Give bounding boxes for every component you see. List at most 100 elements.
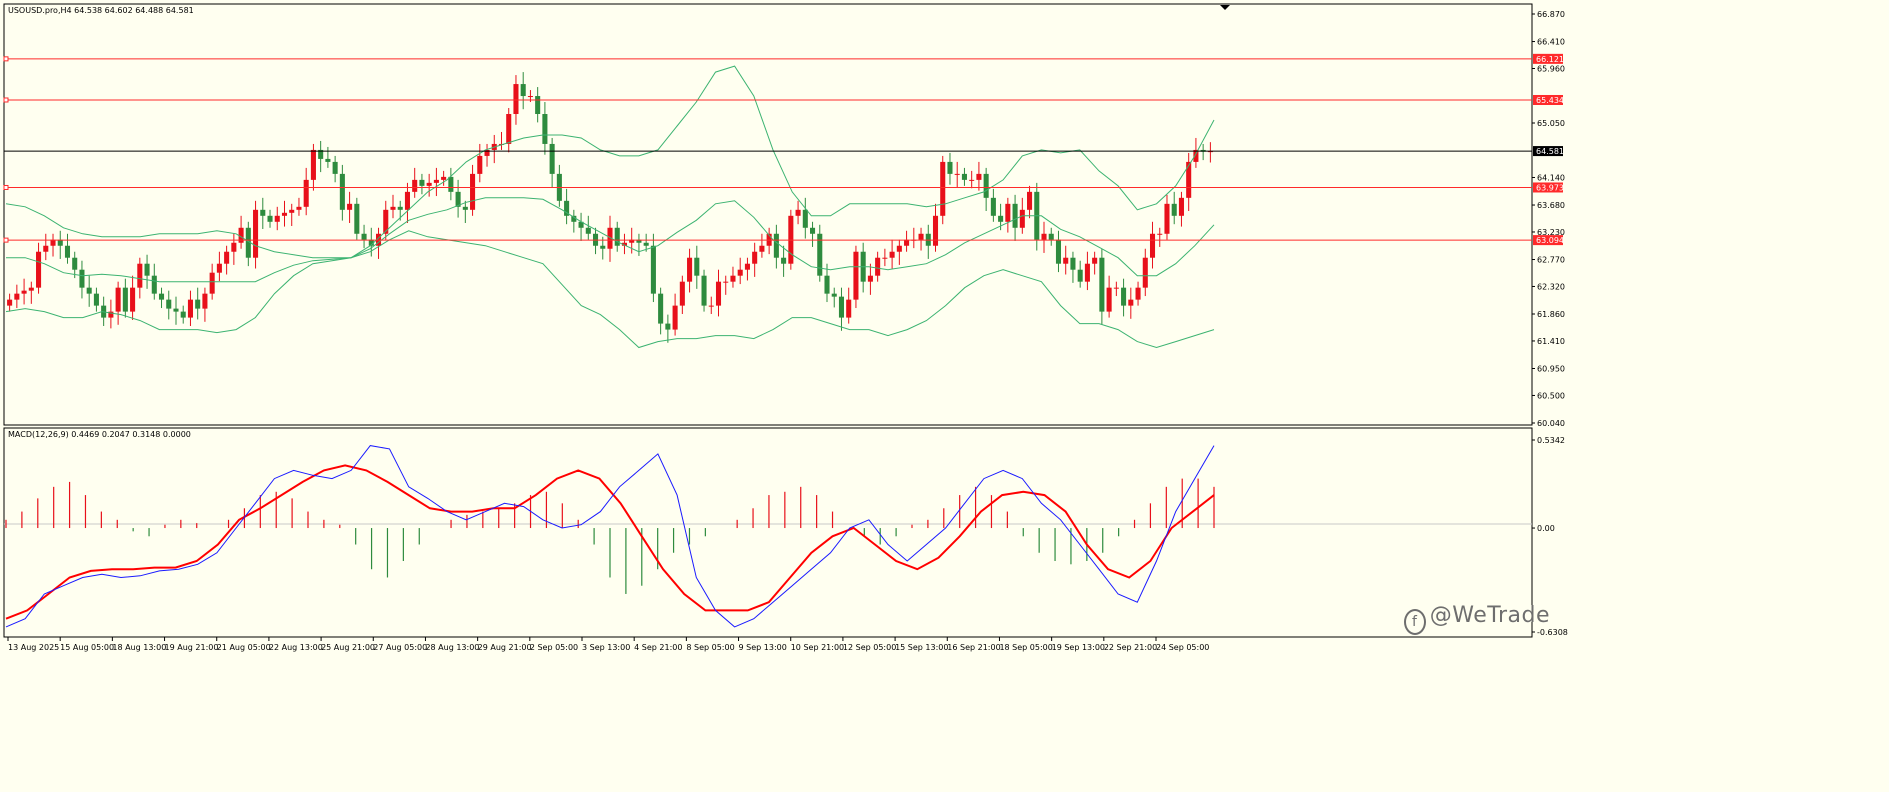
candle-body: [166, 299, 172, 309]
candle-body: [274, 215, 280, 222]
candle-body: [824, 275, 830, 294]
price-plot: [3, 56, 1532, 349]
x-tick-label: 19 Aug 21:00: [165, 643, 219, 652]
level-anchor-66.121: [3, 56, 9, 62]
chart-canvas[interactable]: 66.121 65.434 64.581 63.973 63.094 66.870 66.4…: [0, 0, 1568, 657]
candle-body: [14, 293, 20, 300]
candle-body: [1070, 257, 1076, 270]
candle-body: [130, 287, 136, 312]
macd-plot: [5, 445, 1215, 628]
candle-body: [231, 242, 237, 252]
candle-body: [904, 239, 910, 246]
candle-body: [354, 203, 360, 234]
candle-body: [209, 272, 215, 294]
x-tick-label: 18 Aug 13:00: [112, 643, 166, 652]
x-tick-label: 22 Aug 13:00: [269, 643, 323, 652]
candle-body: [781, 257, 787, 264]
price-y-tick-label: 62.770: [1537, 256, 1565, 265]
candle-body: [1106, 287, 1112, 312]
candle-body: [802, 209, 808, 228]
candle-body: [158, 293, 165, 300]
level-tag-text-63.094: 63.094: [1536, 236, 1564, 245]
candle-body: [1027, 191, 1033, 210]
candle-body: [990, 197, 996, 216]
candle-body: [672, 305, 678, 330]
level-anchor-63.973: [3, 184, 9, 190]
candle-body: [310, 149, 316, 180]
macd-y-tick-label: 0.5342: [1537, 436, 1565, 445]
x-tick-label: 10 Sep 21:00: [791, 643, 844, 652]
candle-body: [260, 209, 266, 216]
candle-body: [122, 287, 128, 312]
candle-body: [151, 275, 157, 294]
candle-body: [535, 96, 541, 115]
level-tag-text-66.121: 66.121: [1536, 55, 1564, 64]
candle-body: [882, 257, 888, 259]
candle-body: [730, 275, 736, 282]
candle-body: [57, 239, 63, 246]
price-y-tick-label: 61.410: [1537, 337, 1565, 346]
candle-body: [853, 251, 859, 300]
candle-body: [325, 158, 331, 162]
x-tick-label: 18 Sep 05:00: [999, 643, 1052, 652]
level-anchor-65.434: [3, 97, 9, 103]
candle-body: [875, 257, 881, 276]
candle-body: [448, 176, 454, 192]
candle-body: [115, 287, 121, 312]
candle-body: [643, 242, 649, 246]
candle-body: [723, 281, 729, 283]
macd-header-text: MACD(12,26,9) 0.4469 0.2047 0.3148 0.000…: [8, 430, 191, 439]
candle-body: [810, 227, 816, 234]
candle-body: [1048, 233, 1054, 240]
level-tag-text-64.581: 64.581: [1536, 147, 1564, 156]
candle-body: [940, 161, 946, 216]
candle-body: [28, 287, 34, 291]
candle-body: [180, 311, 186, 318]
x-tick-label: 13 Aug 2025: [8, 643, 59, 652]
candle-body: [969, 179, 975, 181]
x-tick-label: 8 Sep 05:00: [686, 643, 734, 652]
candle-body: [50, 239, 56, 246]
candle-body: [947, 161, 953, 174]
candle-body: [1012, 203, 1018, 228]
candle-body: [976, 173, 982, 180]
x-tick-label: 15 Sep 13:00: [895, 643, 948, 652]
candle-body: [889, 251, 895, 258]
price-y-tick-label: 61.860: [1537, 310, 1565, 319]
candle-body: [650, 245, 656, 294]
candle-body: [412, 179, 418, 192]
candle-body: [737, 269, 743, 276]
candle-body: [708, 305, 714, 307]
candle-body: [983, 173, 989, 198]
candle-body: [1077, 269, 1083, 282]
x-tick-label: 22 Sep 21:00: [1104, 643, 1157, 652]
x-tick-label: 3 Sep 13:00: [582, 643, 630, 652]
candle-body: [72, 257, 78, 270]
candle-body: [36, 251, 42, 288]
candle-body: [549, 143, 555, 174]
candle-body: [1149, 233, 1156, 258]
candle-body: [701, 275, 707, 306]
watermark: f @WeTrade: [1403, 603, 1550, 635]
candle-body: [21, 290, 27, 294]
candle-body: [846, 299, 852, 318]
candle-body: [932, 215, 939, 246]
candle-body: [404, 191, 410, 210]
candle-body: [441, 176, 447, 180]
candle-body: [397, 206, 403, 210]
price-y-tick-label: 62.320: [1537, 282, 1565, 291]
candle-body: [43, 245, 49, 252]
candle-body: [224, 251, 230, 264]
x-tick-label: 21 Aug 05:00: [217, 643, 271, 652]
candle-body: [1092, 257, 1098, 264]
candle-body: [187, 299, 193, 318]
candle-body: [303, 179, 309, 207]
candle-body: [433, 179, 439, 183]
price-y-tick-label: 60.500: [1537, 391, 1565, 400]
x-tick-label: 9 Sep 13:00: [739, 643, 787, 652]
candle-body: [773, 233, 779, 258]
candle-body: [658, 293, 664, 324]
chart-shift-marker[interactable]: [1220, 5, 1230, 10]
candle-body: [1019, 209, 1025, 228]
x-tick-label: 15 Aug 05:00: [60, 643, 114, 652]
